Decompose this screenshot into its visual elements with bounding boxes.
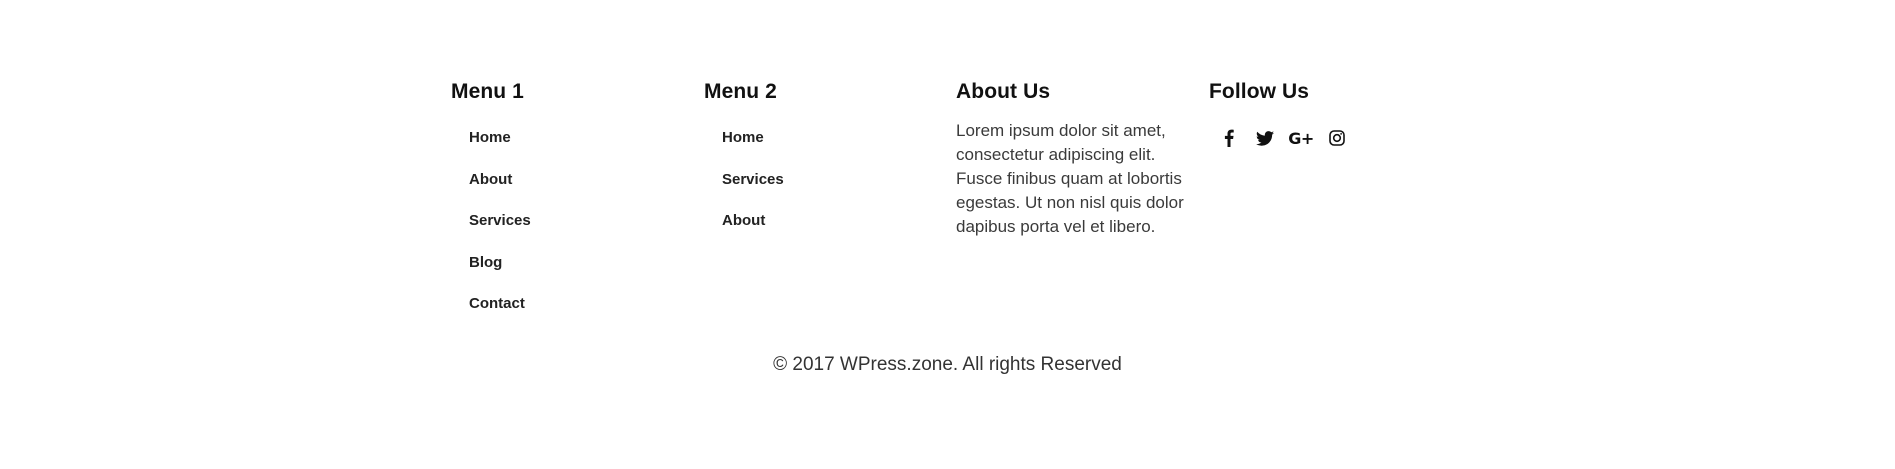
menu2-item-services[interactable]: Services xyxy=(722,170,784,212)
follow-title: Follow Us xyxy=(1209,80,1310,103)
menu2-item-about[interactable]: About xyxy=(722,211,784,253)
menu2-list: Home Services About xyxy=(722,128,784,253)
social-links: G+ xyxy=(1217,126,1361,150)
menu1-item-services[interactable]: Services xyxy=(469,211,531,253)
menu2-item-home[interactable]: Home xyxy=(722,128,784,170)
about-title: About Us xyxy=(956,80,1051,103)
menu1-list: Home About Services Blog Contact xyxy=(469,128,531,336)
facebook-icon[interactable] xyxy=(1217,126,1241,150)
menu1-item-contact[interactable]: Contact xyxy=(469,294,531,336)
menu2-column: Menu 2 Home Services About xyxy=(704,78,954,229)
twitter-icon[interactable] xyxy=(1253,126,1277,150)
google-plus-icon[interactable]: G+ xyxy=(1288,126,1314,150)
menu1-item-blog[interactable]: Blog xyxy=(469,253,531,295)
follow-column: Follow Us G+ xyxy=(1209,78,1459,148)
menu2-title: Menu 2 xyxy=(704,80,777,103)
instagram-icon[interactable] xyxy=(1325,126,1349,150)
menu1-column: Menu 1 Home About Services Blog Contact xyxy=(451,78,701,312)
site-footer: Menu 1 Home About Services Blog Contact … xyxy=(0,0,1895,469)
menu1-item-about[interactable]: About xyxy=(469,170,531,212)
menu1-item-home[interactable]: Home xyxy=(469,128,531,170)
google-plus-glyph: G+ xyxy=(1288,128,1314,148)
copyright-label: © 2017 WPress.zone. All rights Reserved xyxy=(773,354,1122,375)
about-text: Lorem ipsum dolor sit amet, consectetur … xyxy=(956,121,1184,236)
copyright-text: © 2017 WPress.zone. All rights Reserved xyxy=(0,354,1895,376)
about-column: About Us Lorem ipsum dolor sit amet, con… xyxy=(956,78,1206,236)
menu1-title: Menu 1 xyxy=(451,80,524,103)
